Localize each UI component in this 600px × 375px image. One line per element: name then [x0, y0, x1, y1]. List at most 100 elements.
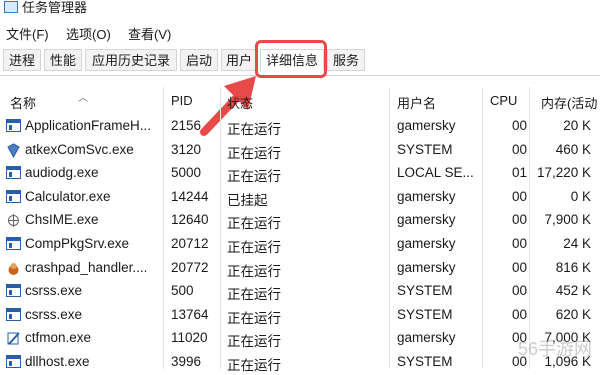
process-status: 正在运行	[227, 334, 281, 350]
menu-options[interactable]: 选项(O)	[66, 24, 111, 43]
process-pid: 11020	[171, 330, 208, 346]
process-pid: 20712	[171, 235, 209, 251]
process-username: gamersky	[397, 330, 456, 346]
process-pid: 3120	[171, 141, 202, 157]
header-memory[interactable]: 内存(活动	[541, 93, 597, 112]
process-pid: 20772	[171, 259, 209, 275]
process-status: 正在运行	[227, 122, 281, 137]
title-bar: 任务管理器	[0, 0, 600, 18]
process-name: dllhost.exe	[25, 353, 90, 369]
tab-services[interactable]: 服务	[327, 49, 365, 71]
process-memory: 7,900 K	[544, 212, 591, 228]
process-status: 正在运行	[227, 287, 281, 303]
process-username: gamersky	[397, 235, 456, 251]
header-name[interactable]: 名称	[10, 93, 36, 112]
table-row[interactable]: ChsIME.exe 12640 正在运行 gamersky 00 7,900 K	[0, 209, 600, 233]
table-row[interactable]: dllhost.exe 3996 正在运行 SYSTEM 00 1,096 K	[0, 351, 600, 375]
window-app-icon	[6, 189, 21, 203]
sort-caret-icon: ︿	[78, 93, 88, 104]
table-row[interactable]: ApplicationFrameH... 2156 正在运行 gamersky 00 20…	[0, 115, 600, 139]
window-app-icon	[6, 236, 21, 250]
ctfmon-app-icon	[6, 331, 21, 346]
crashpad-app-icon	[6, 261, 21, 275]
process-cpu: 00	[511, 141, 527, 157]
watermark: 56手游网	[517, 339, 592, 359]
process-username: gamersky	[397, 212, 456, 228]
process-memory: 20 K	[563, 118, 591, 133]
process-status: 正在运行	[227, 216, 281, 232]
shield-app-icon	[6, 143, 21, 158]
header-username[interactable]: 用户名	[397, 93, 436, 112]
process-username: SYSTEM	[397, 306, 453, 322]
column-header-row: ︿ 名称 PID 状态 用户名 CPU 内存(活动	[0, 87, 600, 115]
window-app-icon	[6, 119, 21, 132]
process-cpu: 00	[511, 188, 527, 204]
menu-view[interactable]: 查看(V)	[128, 24, 171, 43]
process-username: SYSTEM	[397, 353, 453, 369]
header-status[interactable]: 状态	[227, 93, 253, 112]
process-username: SYSTEM	[397, 283, 453, 299]
process-cpu: 00	[511, 259, 527, 275]
window-app-icon	[6, 354, 21, 368]
process-memory: 620 K	[555, 306, 591, 322]
process-username: gamersky	[397, 259, 456, 275]
process-memory: 0 K	[570, 188, 591, 204]
table-row[interactable]: atkexComSvc.exe 3120 正在运行 SYSTEM 00 460 K	[0, 139, 600, 163]
process-name: audiodg.exe	[25, 165, 99, 181]
process-name: crashpad_handler....	[25, 259, 148, 275]
header-cpu[interactable]: CPU	[490, 93, 517, 108]
tab-processes[interactable]: 进程	[3, 49, 41, 71]
process-status: 已挂起	[227, 192, 268, 208]
process-status: 正在运行	[227, 310, 281, 326]
process-list: ApplicationFrameH... 2156 正在运行 gamersky 00 20…	[0, 115, 600, 375]
process-pid: 500	[171, 283, 194, 299]
tab-users[interactable]: 用户	[221, 49, 257, 71]
process-name: csrss.exe	[25, 306, 83, 322]
process-username: gamersky	[397, 188, 456, 204]
process-name: ctfmon.exe	[25, 330, 92, 346]
table-row[interactable]: ctfmon.exe 11020 正在运行 gamersky 00 7,000 K	[0, 327, 600, 351]
process-cpu: 00	[511, 283, 527, 299]
header-pid[interactable]: PID	[171, 93, 193, 108]
table-row[interactable]: Calculator.exe 14244 已挂起 gamersky 00 0 K	[0, 186, 600, 210]
table-row[interactable]: CompPkgSrv.exe 20712 正在运行 gamersky 00 24 K	[0, 233, 600, 257]
window-app-icon	[6, 284, 21, 298]
process-name: ApplicationFrameH...	[25, 118, 152, 133]
process-cpu: 00	[511, 306, 527, 322]
process-pid: 12640	[171, 212, 209, 228]
process-name: CompPkgSrv.exe	[25, 235, 130, 251]
process-status: 正在运行	[227, 263, 281, 279]
process-memory: 816 K	[555, 259, 591, 275]
menu-file[interactable]: 文件(F)	[6, 24, 49, 43]
process-name: atkexComSvc.exe	[25, 141, 134, 157]
process-memory: 17,220 K	[536, 165, 591, 181]
window-title: 任务管理器	[22, 0, 88, 15]
window-app-icon	[6, 166, 21, 180]
process-name: Calculator.exe	[25, 188, 111, 204]
tab-app-history[interactable]: 应用历史记录	[85, 49, 177, 71]
process-status: 正在运行	[227, 239, 281, 255]
tab-startup[interactable]: 启动	[180, 49, 218, 71]
process-username: LOCAL SE...	[397, 165, 474, 181]
process-memory: 24 K	[563, 235, 591, 251]
process-cpu: 00	[511, 118, 527, 133]
process-memory: 452 K	[555, 283, 591, 299]
process-name: csrss.exe	[25, 283, 83, 299]
table-row[interactable]: crashpad_handler.... 20772 正在运行 gamersky 00 8…	[0, 257, 600, 281]
process-pid: 14244	[171, 188, 209, 204]
process-pid: 13764	[171, 306, 209, 322]
process-cpu: 01	[511, 165, 527, 181]
process-username: SYSTEM	[397, 141, 453, 157]
process-status: 正在运行	[227, 169, 281, 185]
table-row[interactable]: audiodg.exe 5000 正在运行 LOCAL SE... 01 17,220 K	[0, 162, 600, 186]
process-memory: 460 K	[555, 141, 591, 157]
table-row[interactable]: csrss.exe 500 正在运行 SYSTEM 00 452 K	[0, 280, 600, 304]
process-cpu: 00	[511, 235, 527, 251]
process-status: 正在运行	[227, 357, 281, 373]
task-manager-icon	[4, 1, 18, 13]
process-cpu: 00	[511, 212, 527, 228]
tab-performance[interactable]: 性能	[44, 49, 82, 71]
process-username: gamersky	[397, 118, 456, 133]
ime-app-icon	[6, 213, 21, 228]
table-row[interactable]: csrss.exe 13764 正在运行 SYSTEM 00 620 K	[0, 304, 600, 328]
